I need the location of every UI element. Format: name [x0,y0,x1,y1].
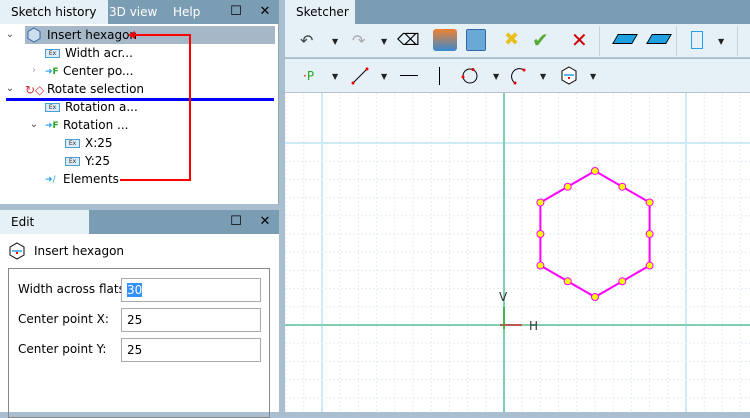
hexagon-midpoint [563,277,572,286]
center-point-x-field[interactable]: 25 [121,308,261,332]
circle-icon[interactable] [461,67,479,85]
tab-3d-view[interactable]: 3D view [98,0,168,24]
tab-help[interactable]: Help [162,0,211,24]
tab-edit-element[interactable]: Edit element [0,210,89,253]
toolbar-row-2: ·P ▼ ▼ ▼ ▼ ▼ [285,59,750,93]
line-dropdown[interactable]: ▼ [381,72,387,81]
hexagon-vertex [645,198,654,207]
eraser-icon[interactable] [612,34,638,44]
edit-title: Insert hexagon [34,244,125,258]
undo-dropdown[interactable]: ▼ [332,37,338,46]
sketch-history-tree: ⌄ Insert hexagon Ex Width acr... › ➜F Cente… [0,24,279,204]
maximize-button[interactable]: ☐ [227,213,245,231]
hexagon-vertex [645,261,654,270]
edit-tab-bar: Edit element ☐ ✕ [0,210,279,253]
hexagon-midpoint [645,230,654,238]
check-icon[interactable]: ✔ [532,30,549,50]
red-x-icon[interactable]: ✕ [571,30,588,50]
sketch-canvas[interactable]: HV [285,93,750,412]
circle-dropdown[interactable]: ▼ [493,72,499,81]
tab-sketcher[interactable]: Sketcher [285,0,355,24]
sheet-dropdown[interactable]: ▼ [718,37,724,46]
close-button[interactable]: ✕ [256,213,274,231]
point-icon[interactable]: ·P [303,66,314,86]
hexagon-midpoint [563,182,572,191]
right-tab-bar: Sketcher [285,0,750,24]
hexagon-midpoint [536,230,545,238]
hexagon-icon[interactable] [560,66,578,86]
hexagon-midpoint [618,182,627,191]
reference-arrow [120,31,191,181]
vertical-line-icon[interactable] [439,67,440,85]
line-icon[interactable] [351,67,369,85]
open-icon[interactable] [433,29,457,51]
edit-element-panel: Insert hexagon Width across flats: 30 Ce… [0,234,279,418]
point-dropdown[interactable]: ▼ [332,72,338,81]
save-icon[interactable] [466,29,486,51]
horizontal-line-icon[interactable] [400,75,418,76]
left-tab-bar: Sketch history 3D view Help ☐ ✕ [0,0,279,24]
hexagon-midpoint [618,277,627,286]
redo-dropdown[interactable]: ▼ [381,37,387,46]
redo-icon[interactable]: ↷ [352,31,365,51]
center-point-y-field[interactable]: 25 [121,338,261,362]
tab-sketch-history[interactable]: Sketch history [0,0,108,24]
hexagon-vertex [536,261,545,270]
fields-group: Width across flats: 30 Center point X: 2… [8,268,270,418]
maximize-button[interactable]: ☐ [227,3,245,21]
hexagon-icon [9,242,25,263]
width-across-flats-field[interactable]: 30 [121,278,261,302]
arc-icon[interactable] [510,67,528,85]
arc-dropdown[interactable]: ▼ [540,72,546,81]
hexagon-vertex [591,166,599,175]
backspace-icon[interactable]: ⌫ [397,30,420,50]
close-button[interactable]: ✕ [256,3,274,21]
hexagon-dropdown[interactable]: ▼ [590,72,596,81]
axis-label-v: V [499,290,508,304]
sheet-icon[interactable] [691,31,703,49]
undo-icon[interactable]: ↶ [300,31,313,51]
axis-label-h: H [529,319,538,333]
clear-eraser-icon[interactable] [646,34,672,44]
yellow-x-icon[interactable]: ✖ [504,30,519,50]
toolbar-row-1: ↶ ▼ ↷ ▼ ⌫ ✖ ✔ ✕ ▼ [285,24,750,58]
hexagon-vertex [536,198,545,207]
hexagon-vertex [591,293,599,302]
